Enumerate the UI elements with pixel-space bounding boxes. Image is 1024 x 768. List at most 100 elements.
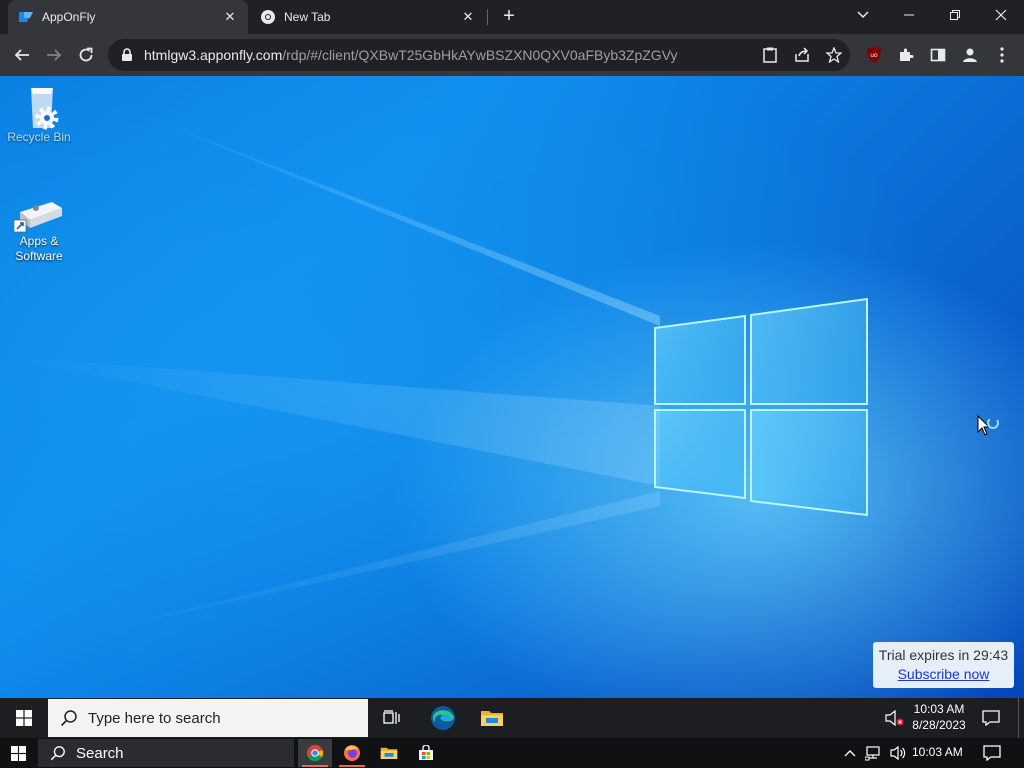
tab-new-tab[interactable]: New Tab ✕: [250, 0, 486, 34]
reload-icon: [79, 47, 93, 62]
windows-start-icon: [16, 710, 32, 726]
local-search-label: Search: [76, 744, 124, 762]
remote-search-placeholder: Type here to search: [88, 709, 221, 727]
show-hidden-icons-button[interactable]: [840, 742, 860, 764]
reload-button[interactable]: [72, 41, 100, 69]
remote-date: 8/28/2023: [912, 718, 966, 732]
local-firefox-button[interactable]: [335, 739, 369, 767]
extensions-button[interactable]: [892, 41, 920, 69]
search-icon: [60, 710, 77, 727]
restore-icon: [950, 10, 960, 20]
back-button[interactable]: [8, 41, 36, 69]
network-icon: [865, 746, 880, 761]
desktop-icon-recycle-bin[interactable]: Recycle Bin: [1, 82, 77, 145]
remote-search-box[interactable]: Type here to search: [48, 699, 368, 737]
ublock-origin-icon: uo: [867, 47, 881, 63]
chevron-down-icon: [857, 11, 869, 19]
side-panel-button[interactable]: [924, 41, 952, 69]
url-host: htmlgw3.apponfly.com: [144, 47, 283, 63]
profile-avatar-icon: [963, 48, 977, 62]
local-start-button[interactable]: [0, 738, 36, 768]
address-bar[interactable]: htmlgw3.apponfly.com/rdp/#/client/QXBwT2…: [108, 39, 850, 71]
arrow-left-icon: [14, 49, 29, 61]
task-view-icon: [383, 710, 400, 724]
url-text: htmlgw3.apponfly.com/rdp/#/client/QXBwT2…: [144, 47, 678, 63]
tab-search-button[interactable]: [840, 0, 886, 30]
bookmark-button[interactable]: [820, 41, 848, 69]
remote-edge-button[interactable]: [422, 698, 464, 738]
busy-pointer-icon: [977, 414, 999, 436]
notification-icon: [982, 710, 1000, 726]
svg-text:uo: uo: [870, 52, 878, 59]
firefox-icon: [344, 745, 360, 761]
remote-time: 10:03 AM: [913, 702, 965, 716]
local-chrome-button[interactable]: [298, 739, 332, 767]
lock-icon[interactable]: [120, 48, 134, 62]
remote-taskbar: Type here to search 10:03 AM 8/28/2023: [0, 698, 1024, 738]
windows-start-icon: [10, 745, 26, 761]
local-action-center-button[interactable]: [980, 742, 1004, 764]
chrome-icon: [261, 10, 275, 24]
search-icon: [50, 746, 65, 761]
minimize-button[interactable]: [886, 0, 932, 30]
local-store-button[interactable]: [409, 739, 443, 767]
desktop-icon-label: Recycle Bin: [7, 130, 71, 144]
chrome-icon: [307, 745, 324, 762]
close-tab-icon[interactable]: ✕: [222, 9, 238, 25]
side-panel-icon: [930, 48, 946, 62]
edge-icon: [431, 706, 455, 730]
clipboard-icon: [763, 47, 777, 63]
remote-start-button[interactable]: [0, 698, 48, 738]
desktop-icon-label-line2: Software: [15, 249, 63, 263]
remote-desktop[interactable]: Recycle Bin Apps & Software Trial expire…: [0, 76, 1024, 698]
task-view-button[interactable]: [372, 698, 412, 738]
windows-logo-wallpaper: [654, 297, 868, 517]
remote-clock[interactable]: 10:03 AM 8/28/2023: [902, 701, 976, 733]
local-volume-button[interactable]: [887, 742, 909, 764]
tab-title: New Tab: [284, 10, 331, 24]
desktop-icon-apps-software[interactable]: Apps & Software: [1, 194, 77, 264]
close-icon: [995, 9, 1007, 21]
restore-button[interactable]: [932, 0, 978, 30]
close-window-button[interactable]: [978, 0, 1024, 30]
ublock-extension-button[interactable]: uo: [860, 41, 888, 69]
tab-separator: [487, 9, 488, 25]
puzzle-icon: [900, 48, 914, 61]
tab-apponfly[interactable]: AppOnFly ✕: [8, 0, 248, 34]
trial-banner: Trial expires in 29:43 Subscribe now: [873, 642, 1014, 688]
close-tab-icon[interactable]: ✕: [460, 9, 476, 25]
trial-expiry-text: Trial expires in 29:43: [878, 647, 1009, 663]
local-file-explorer-button[interactable]: [372, 739, 406, 767]
file-explorer-icon: [380, 747, 398, 759]
desktop-icon-label-line1: Apps &: [19, 234, 59, 248]
remote-file-explorer-button[interactable]: [472, 698, 512, 738]
apponfly-logo-icon: [19, 12, 33, 22]
volume-icon: [890, 745, 906, 761]
subscribe-now-link[interactable]: Subscribe now: [898, 666, 990, 682]
more-vert-icon: [1000, 47, 1004, 63]
local-taskbar: Search 10:03 AM: [0, 738, 1024, 768]
tab-title: AppOnFly: [42, 10, 96, 24]
show-desktop-strip[interactable]: [1018, 698, 1019, 738]
apps-software-drive-icon: [14, 202, 62, 233]
browser-tabstrip: AppOnFly ✕ New Tab ✕ +: [0, 0, 1024, 34]
share-button[interactable]: [788, 41, 816, 69]
url-path: /rdp/#/client/QXBwT25GbHkAYwBSZXN0QXV0aF…: [282, 47, 678, 63]
profile-button[interactable]: [956, 41, 984, 69]
remote-action-center-button[interactable]: [978, 706, 1004, 730]
share-icon: [795, 47, 809, 62]
desktop-icon-label: Apps & Software: [1, 234, 77, 264]
local-search-box[interactable]: Search: [38, 739, 294, 767]
chrome-menu-button[interactable]: [988, 41, 1016, 69]
minimize-icon: [904, 14, 914, 16]
new-tab-button[interactable]: +: [497, 5, 521, 29]
local-clock[interactable]: 10:03 AM: [912, 745, 963, 759]
clipboard-button[interactable]: [756, 41, 784, 69]
forward-button[interactable]: [40, 41, 68, 69]
browser-toolbar: htmlgw3.apponfly.com/rdp/#/client/QXBwT2…: [0, 34, 1024, 76]
network-button[interactable]: [863, 742, 885, 764]
gear-icon: [35, 106, 59, 130]
notification-icon: [983, 745, 1001, 761]
star-icon: [826, 47, 842, 63]
volume-muted-icon: [885, 709, 904, 727]
